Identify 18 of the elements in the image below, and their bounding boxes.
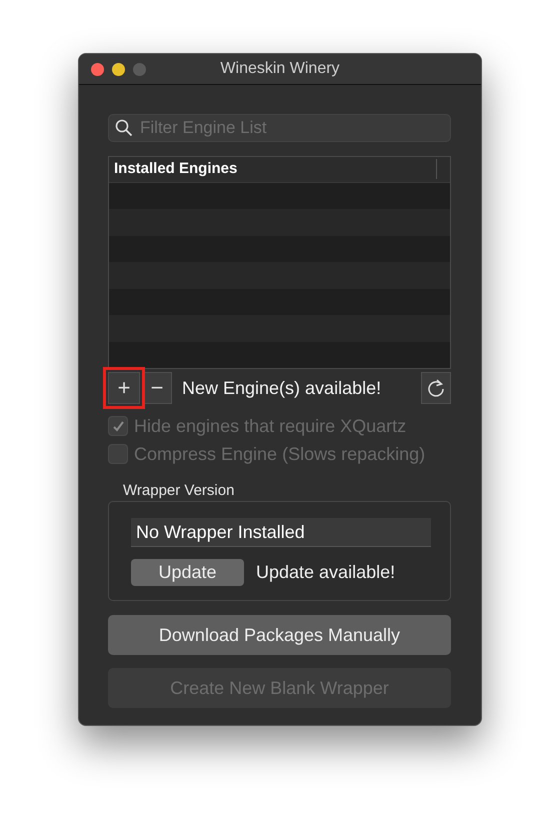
- column-header[interactable]: Installed Engines: [109, 159, 437, 180]
- check-icon: [112, 420, 124, 432]
- window-title: Wineskin Winery: [219, 60, 341, 78]
- minimize-button[interactable]: [112, 62, 125, 76]
- refresh-button[interactable]: [421, 372, 451, 404]
- close-button[interactable]: [91, 62, 104, 76]
- add-button[interactable]: +: [108, 372, 140, 404]
- action-button[interactable]: Download Packages Manually: [108, 615, 451, 655]
- update-button[interactable]: Update: [131, 559, 244, 586]
- remove-button[interactable]: −: [142, 372, 172, 404]
- engine-status: New Engine(s) available!: [182, 378, 382, 398]
- search-icon: [115, 119, 133, 137]
- checkbox-label: Hide engines that require XQuartz: [134, 416, 406, 436]
- refresh-icon: [427, 379, 445, 397]
- group-title: Wrapper Version: [123, 482, 236, 499]
- update-status: Update available!: [256, 562, 396, 583]
- wrapper-field[interactable]: No Wrapper Installed: [131, 518, 431, 547]
- checkbox-label: Compress Engine (Slows repacking): [134, 444, 426, 464]
